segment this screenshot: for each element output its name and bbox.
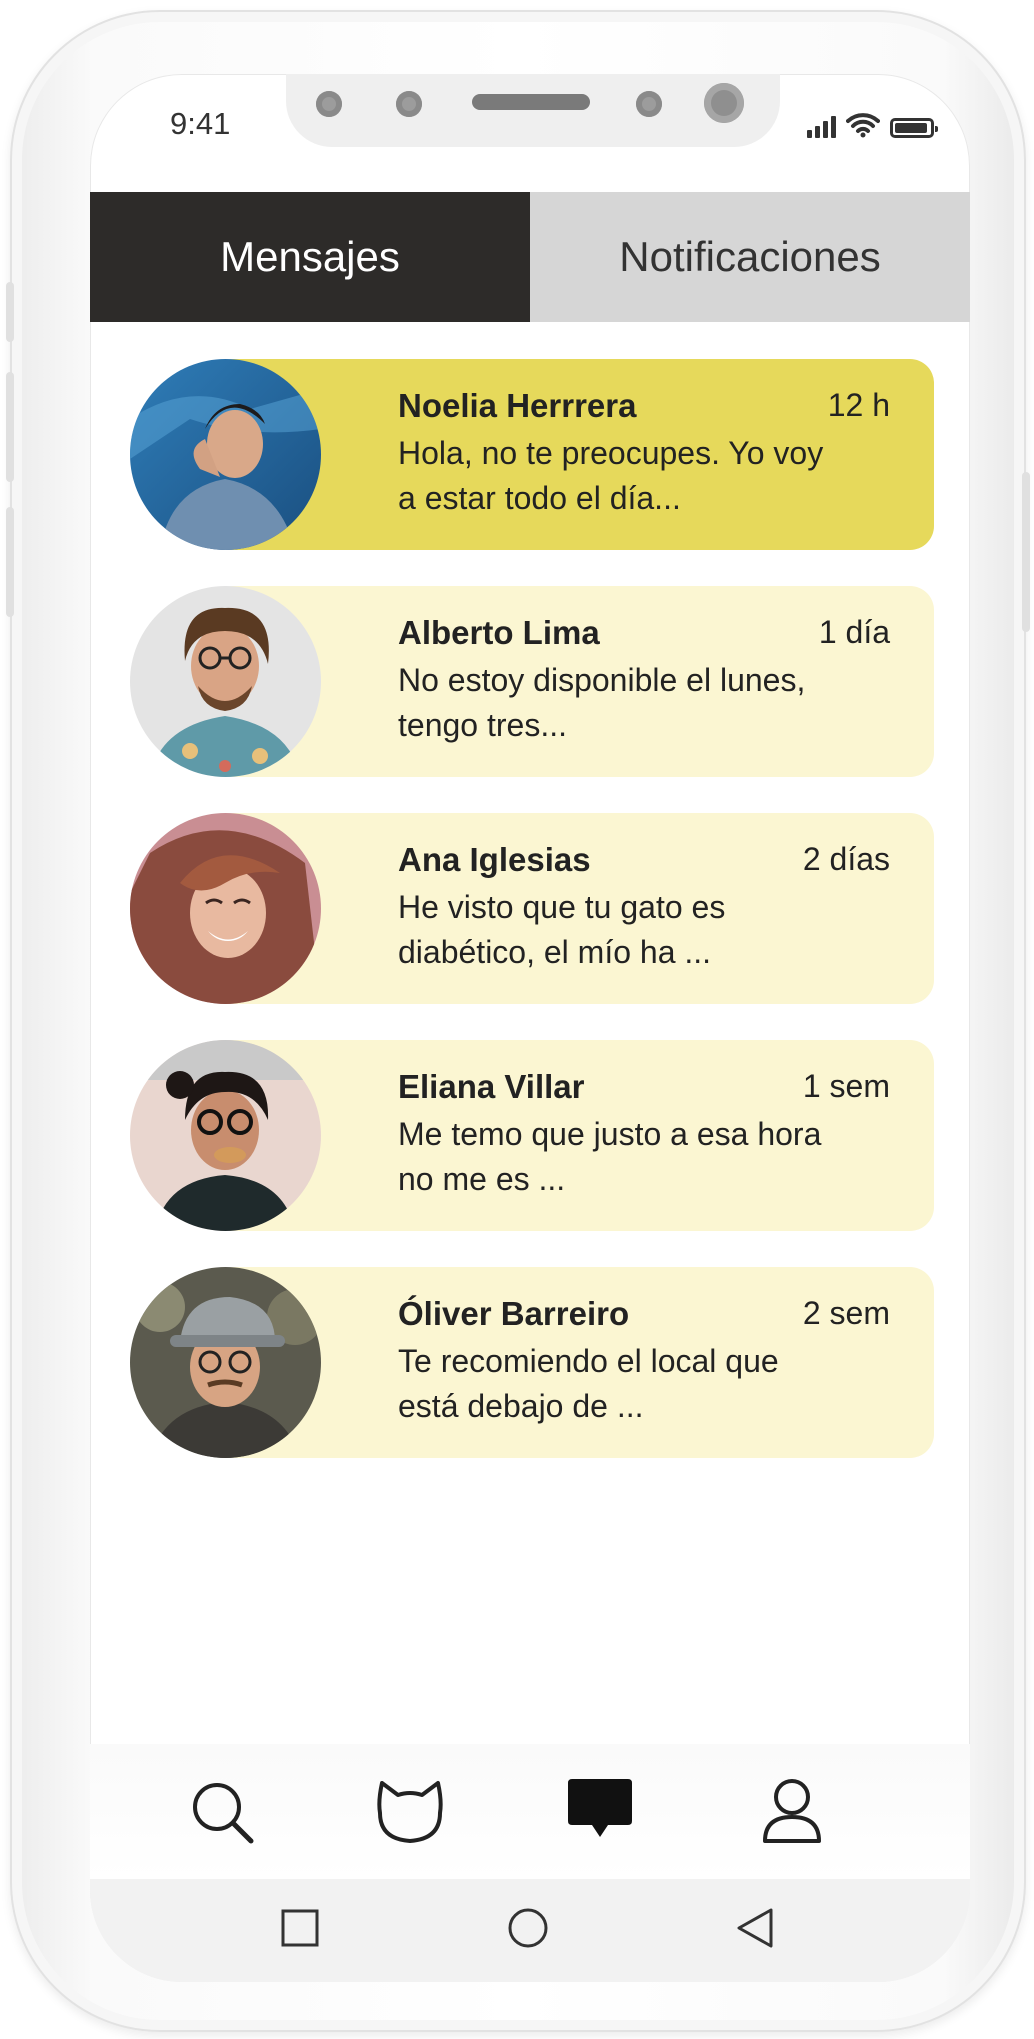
nav-messages[interactable]	[560, 1772, 640, 1852]
side-button	[6, 372, 14, 482]
search-icon	[193, 1783, 254, 1844]
home-button[interactable]	[503, 1903, 553, 1953]
sender-name: Noelia Herrrera	[398, 387, 637, 424]
avatar	[130, 1267, 321, 1458]
nav-pets[interactable]	[370, 1772, 450, 1852]
sensor-dot	[396, 91, 422, 117]
side-button	[6, 282, 14, 342]
wifi-icon	[846, 113, 880, 138]
message-time: 12 h	[827, 387, 890, 423]
front-camera	[704, 83, 744, 123]
back-button[interactable]	[730, 1903, 780, 1953]
signal-icon	[807, 114, 836, 138]
nav-profile[interactable]	[752, 1772, 832, 1852]
bottom-nav	[90, 1744, 970, 1879]
tab-messages[interactable]: Mensajes	[90, 192, 530, 322]
status-time: 9:41	[170, 106, 231, 141]
circle-icon	[508, 1908, 548, 1948]
recent-apps-button[interactable]	[275, 1903, 325, 1953]
message-preview: Me temo que justo a esa hora no me es ..…	[398, 1116, 822, 1197]
back-triangle-icon	[737, 1908, 773, 1948]
message-item[interactable]: Ana Iglesias 2 días He visto que tu gato…	[130, 813, 934, 1004]
message-item[interactable]: Eliana Villar 1 sem Me temo que justo a …	[130, 1040, 934, 1231]
speaker	[472, 94, 590, 110]
message-preview: Te recomiendo el local que está debajo d…	[398, 1343, 779, 1424]
side-button	[1022, 472, 1030, 632]
message-time: 1 día	[818, 614, 890, 650]
sensor-dot	[636, 91, 662, 117]
sender-name: Ana Iglesias	[398, 841, 591, 878]
cat-icon	[377, 1781, 443, 1843]
sender-name: Eliana Villar	[398, 1068, 585, 1105]
message-time: 1 sem	[802, 1068, 890, 1104]
message-time: 2 sem	[802, 1295, 890, 1331]
tab-notifications[interactable]: Notificaciones	[530, 192, 970, 322]
user-icon	[763, 1779, 821, 1843]
sender-name: Alberto Lima	[398, 614, 600, 651]
message-item[interactable]: Noelia Herrrera 12 h Hola, no te preocup…	[130, 359, 934, 550]
system-nav	[90, 1879, 970, 1982]
sender-name: Óliver Barreiro	[398, 1295, 630, 1332]
battery-icon	[890, 118, 938, 138]
nav-search[interactable]	[182, 1772, 262, 1852]
chat-bubble-icon	[568, 1779, 632, 1837]
avatar	[130, 1040, 321, 1231]
phone-frame: 9:41 Mensajes Notificaciones Noelia Herr…	[6, 10, 1030, 2032]
message-time: 2 días	[802, 841, 890, 877]
message-preview: No estoy disponible el lunes, tengo tres…	[398, 662, 806, 743]
message-preview: Hola, no te preocupes. Yo voy a estar to…	[398, 435, 824, 516]
sensor-dot	[316, 91, 342, 117]
screen: 9:41 Mensajes Notificaciones Noelia Herr…	[90, 74, 970, 1982]
avatar	[130, 813, 321, 1004]
side-button	[6, 507, 14, 617]
status-icons	[807, 108, 938, 138]
avatar	[130, 359, 321, 550]
square-icon	[281, 1909, 319, 1947]
avatar	[130, 586, 321, 777]
tab-bar: Mensajes Notificaciones	[90, 192, 970, 322]
notch	[286, 74, 780, 147]
message-item[interactable]: Alberto Lima 1 día No estoy disponible e…	[130, 586, 934, 777]
message-preview: He visto que tu gato es diabético, el mí…	[398, 889, 726, 970]
message-item[interactable]: Óliver Barreiro 2 sem Te recomiendo el l…	[130, 1267, 934, 1458]
